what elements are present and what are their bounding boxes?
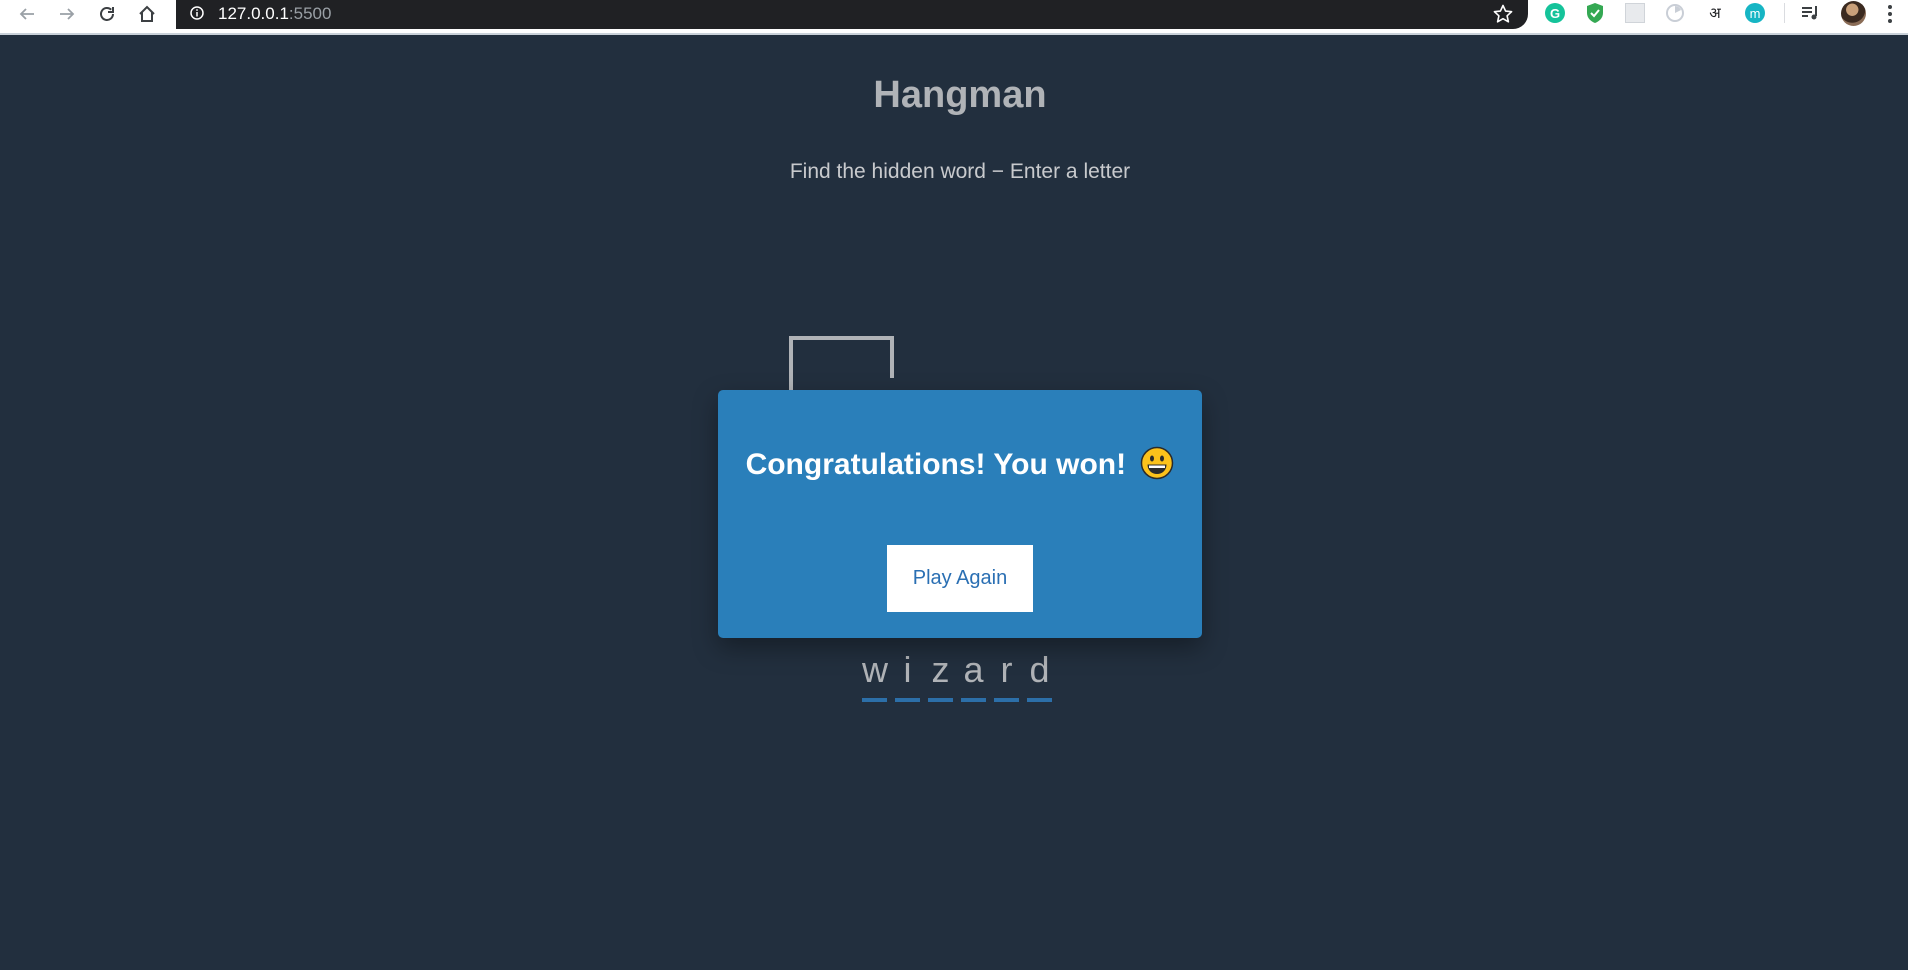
win-popup: Congratulations! You won! Play Again	[718, 390, 1202, 638]
word-letter: d	[1027, 652, 1052, 702]
bookmark-star-icon[interactable]	[1492, 3, 1514, 25]
reload-button[interactable]	[90, 0, 124, 27]
word-letter: i	[895, 652, 920, 702]
forward-button[interactable]	[50, 0, 84, 27]
word-letter: z	[928, 652, 953, 702]
home-button[interactable]	[130, 0, 164, 27]
word-letter: w	[862, 652, 888, 702]
profile-avatar[interactable]	[1841, 1, 1866, 26]
word-letter: a	[961, 652, 986, 702]
browser-toolbar: 127.0.0.1:5500 G अ m	[0, 0, 1908, 35]
browser-menu-icon[interactable]	[1882, 2, 1898, 26]
address-bar[interactable]: 127.0.0.1:5500	[176, 0, 1528, 29]
page-subtitle: Find the hidden word − Enter a letter	[789, 160, 1131, 183]
win-message: Congratulations! You won!	[718, 446, 1202, 482]
hindi-extension-icon[interactable]: अ	[1703, 1, 1727, 25]
shield-check-icon[interactable]	[1583, 1, 1607, 25]
url-text[interactable]: 127.0.0.1:5500	[218, 4, 331, 24]
grammarly-icon[interactable]: G	[1543, 1, 1567, 25]
grinning-face-icon	[1141, 446, 1174, 480]
toolbar-separator	[1784, 3, 1785, 23]
url-host: 127.0.0.1	[218, 4, 289, 23]
back-arrow-icon	[19, 7, 34, 20]
play-again-button[interactable]: Play Again	[887, 545, 1033, 612]
m-extension-icon[interactable]: m	[1743, 1, 1767, 25]
reload-icon	[100, 6, 114, 21]
forward-arrow-icon	[60, 7, 75, 20]
info-icon[interactable]	[190, 6, 204, 20]
win-message-text: Congratulations! You won!	[745, 448, 1127, 481]
url-port: :5500	[288, 4, 332, 23]
word-letter: r	[994, 652, 1019, 702]
pie-extension-icon[interactable]	[1663, 1, 1687, 25]
tile-extension-icon[interactable]	[1623, 1, 1647, 25]
back-button[interactable]	[10, 0, 44, 27]
page-title: Hangman	[873, 74, 1047, 116]
home-icon	[139, 5, 155, 22]
media-queue-icon[interactable]	[1799, 1, 1823, 25]
word-display: w i z a r d	[862, 652, 1052, 702]
